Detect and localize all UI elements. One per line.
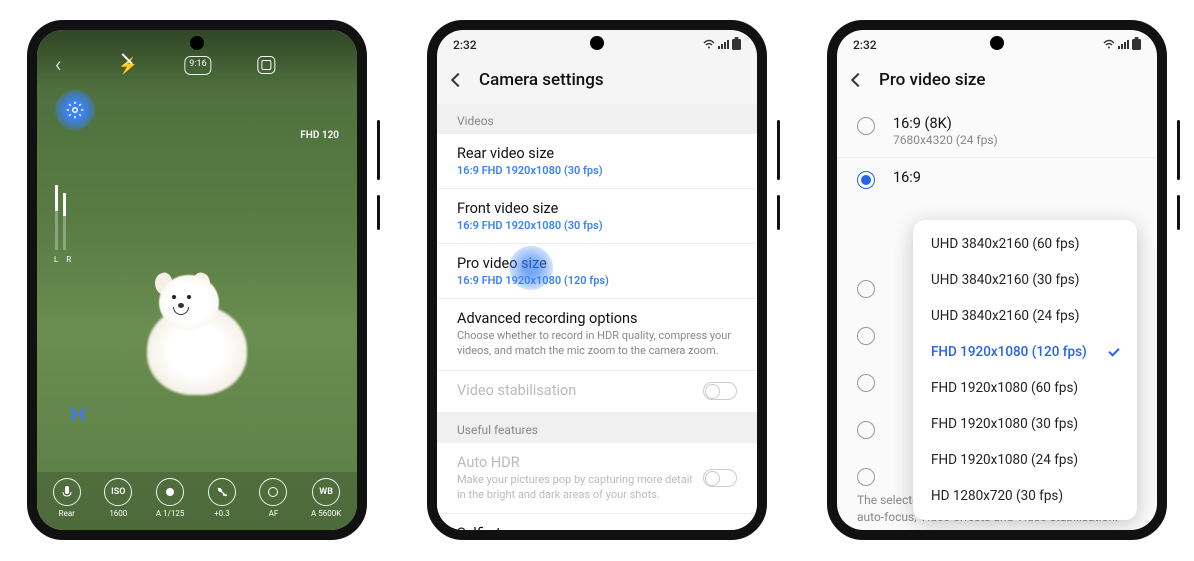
- camera-notch: [190, 36, 204, 50]
- dd-uhd-24[interactable]: UHD 3840x2160 (24 fps): [913, 298, 1137, 334]
- settings-highlight: [55, 90, 95, 130]
- toggle-stabilisation[interactable]: [703, 382, 737, 400]
- dd-hd-30[interactable]: HD 1280x720 (30 fps): [913, 478, 1137, 514]
- effects-icon[interactable]: [258, 56, 276, 74]
- row-front-video-size[interactable]: Front video size 16:9 FHD 1920x1080 (30 …: [437, 189, 757, 244]
- phone-pro-video-size: 2:32 Pro video size 16:9 (8K) 7680x4320 …: [827, 20, 1167, 540]
- pro-mic[interactable]: Rear: [53, 478, 81, 518]
- audio-lr-label: L R: [54, 255, 74, 264]
- gear-icon[interactable]: [66, 101, 84, 119]
- flash-off-icon[interactable]: ⚡: [118, 56, 138, 75]
- radio-8k[interactable]: 16:9 (8K) 7680x4320 (24 fps): [837, 104, 1157, 157]
- status-time: 2:32: [853, 38, 877, 52]
- wifi-icon: [702, 38, 716, 52]
- dd-fhd-24[interactable]: FHD 1920x1080 (24 fps): [913, 442, 1137, 478]
- pro-ev[interactable]: +0.3: [208, 478, 236, 518]
- dd-uhd-30[interactable]: UHD 3840x2160 (30 fps): [913, 262, 1137, 298]
- toggle-auto-hdr[interactable]: [703, 469, 737, 487]
- page-title: Pro video size: [879, 70, 985, 90]
- hidden-radios: [857, 278, 875, 486]
- tap-highlight: [509, 246, 553, 290]
- butterfly-icon: [67, 405, 89, 427]
- aspect-ratio-button[interactable]: 9:16: [184, 56, 211, 75]
- pro-controls-row: Rear ISO1600 A 1/125 +0.3 AF WBA 5600K: [37, 472, 357, 530]
- camera-notch: [590, 36, 604, 50]
- section-videos: Videos: [437, 104, 757, 134]
- page-title: Camera settings: [479, 70, 604, 90]
- signal-icon: [718, 38, 730, 52]
- battery-icon: [732, 37, 741, 53]
- dd-fhd-60[interactable]: FHD 1920x1080 (60 fps): [913, 370, 1137, 406]
- pro-focus[interactable]: AF: [259, 478, 287, 518]
- back-icon[interactable]: ‹: [55, 53, 62, 78]
- row-video-stabilisation[interactable]: Video stabilisation: [437, 371, 757, 413]
- dd-fhd-30[interactable]: FHD 1920x1080 (30 fps): [913, 406, 1137, 442]
- radio-icon[interactable]: [857, 117, 875, 135]
- subject-dog: [137, 265, 257, 395]
- row-rear-video-size[interactable]: Rear video size 16:9 FHD 1920x1080 (30 f…: [437, 134, 757, 189]
- pro-iso[interactable]: ISO1600: [104, 478, 132, 518]
- resolution-dropdown: UHD 3840x2160 (60 fps) UHD 3840x2160 (30…: [913, 220, 1137, 520]
- status-time: 2:32: [453, 38, 477, 52]
- radio-icon-selected[interactable]: [857, 171, 875, 189]
- row-pro-video-size[interactable]: Pro video size 16:9 FHD 1920x1080 (120 f…: [437, 244, 757, 299]
- dd-fhd-120[interactable]: FHD 1920x1080 (120 fps): [913, 334, 1137, 370]
- signal-icon: [1118, 38, 1130, 52]
- resolution-badge: FHD 120: [300, 130, 339, 141]
- section-useful: Useful features: [437, 413, 757, 443]
- row-advanced-recording[interactable]: Advanced recording options Choose whethe…: [437, 299, 757, 371]
- settings-header: Camera settings: [437, 56, 757, 104]
- phone-camera-settings: 2:32 Camera settings Videos Rear video s…: [427, 20, 767, 540]
- pro-video-header: Pro video size: [837, 56, 1157, 104]
- radio-16-9[interactable]: 16:9: [837, 157, 1157, 199]
- row-auto-hdr[interactable]: Auto HDR Make your pictures pop by captu…: [437, 443, 757, 515]
- pro-shutter[interactable]: A 1/125: [156, 478, 185, 518]
- dd-uhd-60[interactable]: UHD 3840x2160 (60 fps): [913, 226, 1137, 262]
- back-icon[interactable]: [851, 73, 865, 87]
- camera-notch: [990, 36, 1004, 50]
- check-icon: [1108, 345, 1119, 356]
- pro-wb[interactable]: WBA 5600K: [311, 478, 341, 518]
- battery-icon: [1132, 37, 1141, 53]
- phone-camera-pro: ‹ ⚡ 9:16 FHD 120 L R Rear ISO1600: [27, 20, 367, 540]
- back-icon[interactable]: [451, 73, 465, 87]
- audio-meters: [55, 180, 66, 250]
- wifi-icon: [1102, 38, 1116, 52]
- row-selfie-tone[interactable]: Selfie tone Add a warm or cool tint to y…: [437, 514, 757, 530]
